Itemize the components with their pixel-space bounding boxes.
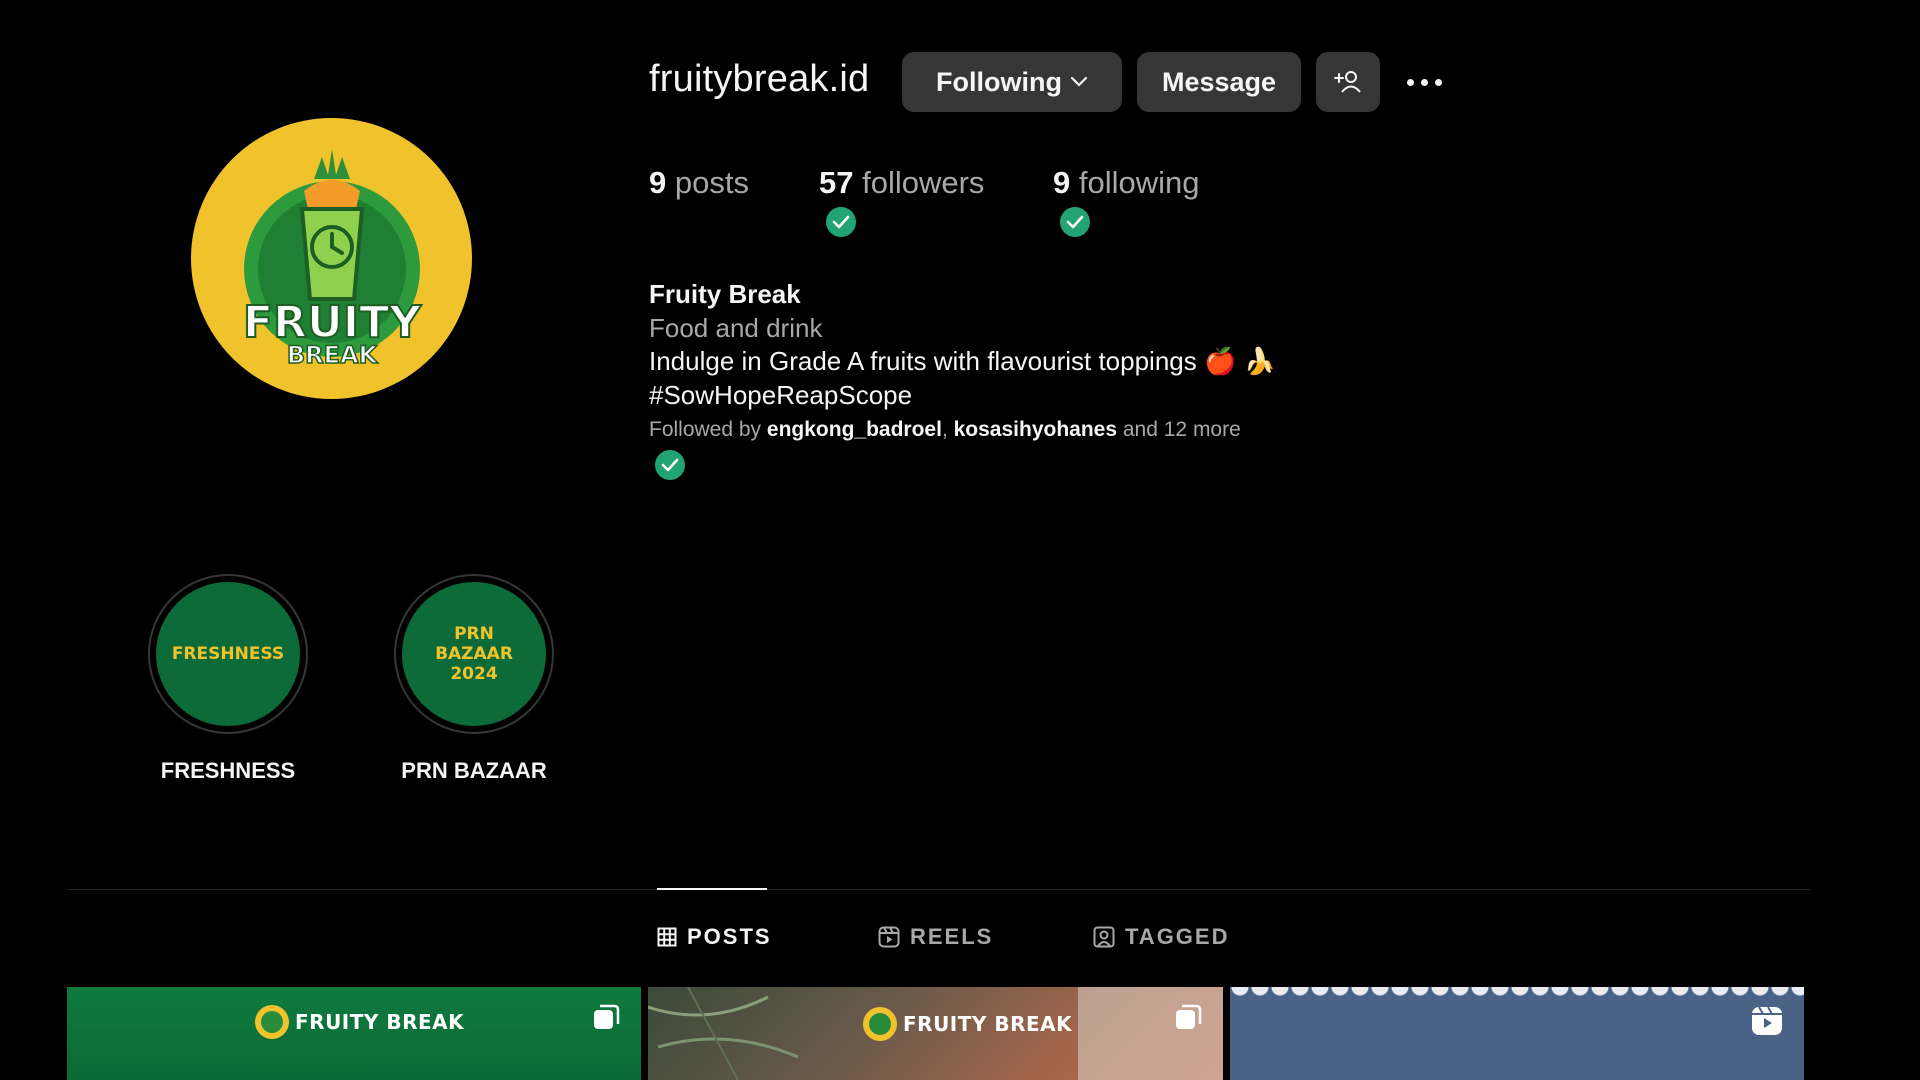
bio-category: Food and drink [649, 313, 823, 343]
post-thumbnail[interactable]: FRUITY BREAK [67, 987, 641, 1080]
highlight-label: PRN BAZAAR [401, 758, 547, 783]
scalloped-edge-decoration [1230, 987, 1804, 1001]
followers-count-value: 57 [819, 165, 854, 200]
avatar-text-sub: BREAK [286, 341, 378, 369]
logo-core [869, 1013, 891, 1035]
more-dots-icon [1406, 78, 1414, 86]
post-brand-logo: FRUITY BREAK [255, 1005, 464, 1039]
followed-by-more[interactable]: and 12 more [1123, 418, 1241, 441]
following-button[interactable]: Following [902, 52, 1122, 112]
following-button-label: Following [936, 66, 1062, 97]
fruity-break-logo-icon [255, 1005, 289, 1039]
check-badge-icon [1060, 207, 1090, 237]
add-person-icon [1334, 71, 1361, 93]
tab-tagged[interactable]: TAGGED [1093, 924, 1229, 950]
following-count-value: 9 [1053, 165, 1071, 200]
story-highlight[interactable]: PRN BAZAAR 2024 PRN BAZAAR [393, 574, 555, 784]
highlight-cover: PRN BAZAAR 2024 [394, 574, 554, 734]
post-brand-logo: FRUITY BREAK [863, 1007, 1072, 1041]
followed-by-prefix: Followed by [649, 418, 762, 441]
posts-count-label: posts [674, 165, 749, 200]
story-highlight[interactable]: FRESHNESS FRESHNESS [147, 574, 309, 784]
tabs-divider [67, 889, 1811, 890]
carousel-icon [1176, 1004, 1202, 1029]
following-link[interactable]: 9 following [1053, 165, 1200, 201]
carousel-icon [594, 1004, 620, 1029]
bio-display-name: Fruity Break [649, 279, 801, 309]
tab-reels[interactable]: REELS [878, 924, 993, 950]
highlight-label: FRESHNESS [160, 758, 296, 783]
message-button[interactable]: Message [1137, 52, 1301, 112]
tab-tagged-label: TAGGED [1125, 924, 1230, 949]
post-thumbnail[interactable] [1230, 987, 1804, 1080]
fruity-break-logo: FRUITY BREAK [242, 148, 423, 369]
followed-by-user-link[interactable]: engkong_badroel [767, 418, 942, 441]
bio-hashtag-link[interactable]: #SowHopeReapScope [649, 380, 912, 411]
more-dot [1420, 78, 1428, 86]
followed-by-text: Followed by engkong_badroel, kosasihyoha… [649, 418, 1241, 442]
fruity-break-logo-icon [863, 1007, 897, 1041]
suggested-users-button[interactable] [1316, 52, 1380, 112]
posts-count-value: 9 [649, 165, 667, 200]
highlight-cover-image: PRN BAZAAR 2024 [402, 582, 546, 726]
bio-description: Indulge in Grade A fruits with flavouris… [649, 346, 1276, 376]
posts-count: 9 posts [649, 165, 749, 201]
highlight-cover-text: 2024 [450, 664, 498, 684]
post-brand-text: FRUITY BREAK [903, 1012, 1073, 1036]
following-count-label: following [1078, 165, 1200, 200]
more-options-button[interactable] [1400, 62, 1448, 102]
highlight-cover: FRESHNESS [148, 574, 308, 734]
highlight-cover-text: PRN [454, 624, 494, 644]
check-badge-icon [655, 450, 685, 480]
grid-icon [657, 927, 677, 947]
active-tab-indicator [657, 888, 767, 890]
followed-by-user-link[interactable]: kosasihyohanes [954, 418, 1117, 441]
highlight-cover-text: BAZAAR [435, 644, 513, 664]
profile-avatar[interactable]: FRUITY BREAK [191, 118, 472, 399]
more-dot [1434, 78, 1442, 86]
profile-username: fruitybreak.id [649, 58, 870, 100]
followers-count-label: followers [862, 165, 985, 200]
followed-by-separator: , [941, 418, 948, 441]
tab-posts[interactable]: POSTS [657, 924, 772, 950]
post-brand-text: FRUITY BREAK [295, 1010, 465, 1034]
post-thumbnail[interactable]: FRUITY BREAK [648, 987, 1223, 1080]
message-button-label: Message [1161, 66, 1277, 97]
highlight-cover-image: FRESHNESS [156, 582, 300, 726]
tab-reels-label: REELS [910, 924, 994, 949]
tagged-icon [1093, 926, 1115, 948]
logo-core [261, 1011, 283, 1033]
chevron-down-icon [1070, 76, 1088, 87]
followers-link[interactable]: 57 followers [819, 165, 984, 201]
tab-posts-label: POSTS [687, 924, 772, 949]
profile-page: FRUITY BREAK fruitybreak.id Following Me… [0, 0, 1920, 1080]
reels-icon [878, 926, 900, 948]
check-badge-icon [826, 207, 856, 237]
reel-icon [1752, 1006, 1782, 1035]
highlight-cover-text: FRESHNESS [171, 644, 285, 664]
